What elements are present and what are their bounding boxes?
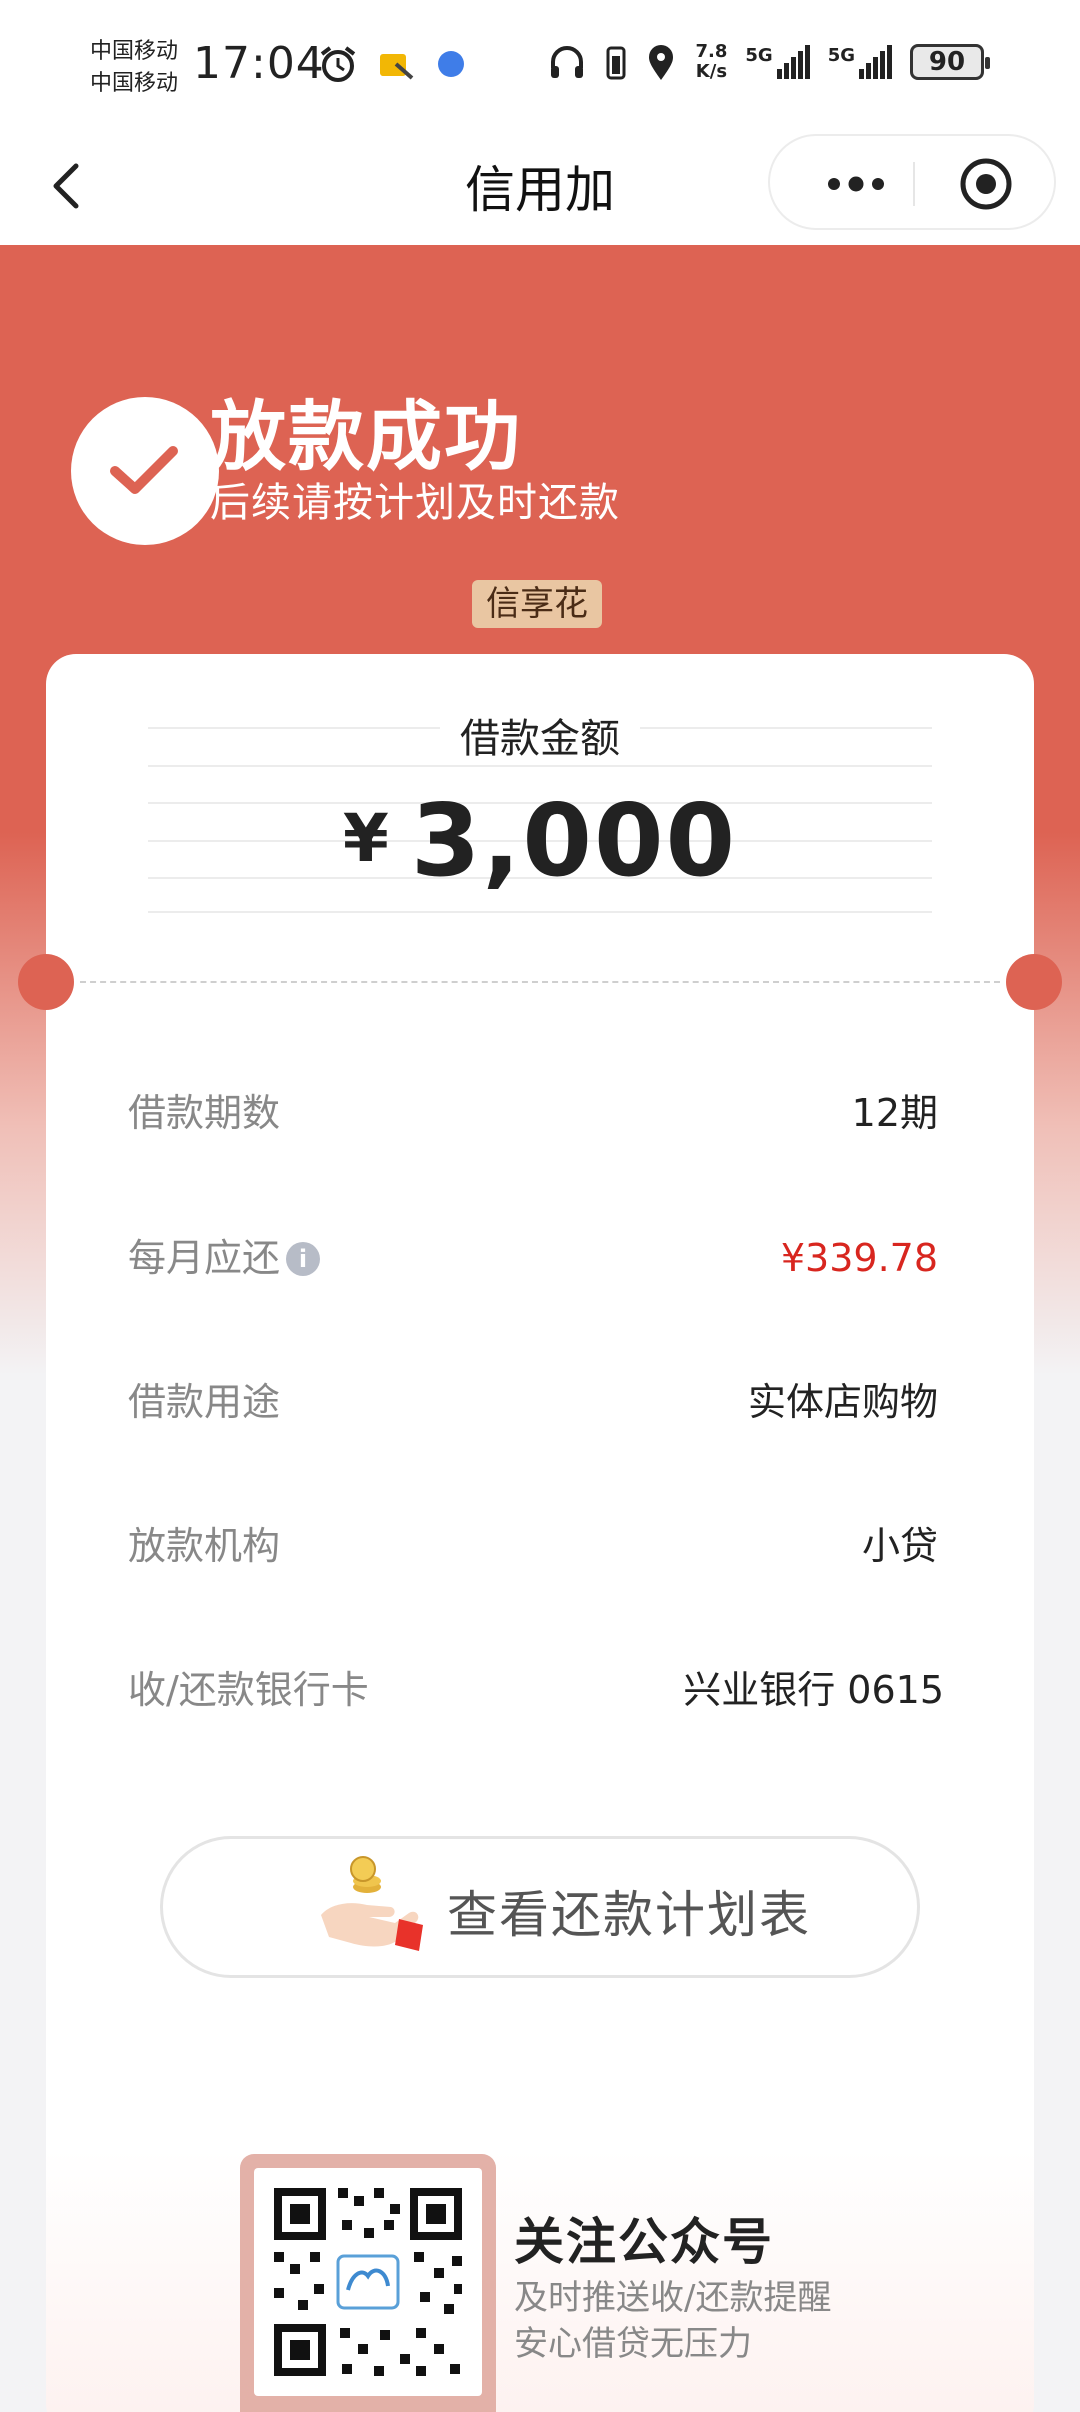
detail-row-purpose: 借款用途 实体店购物 [128,1372,944,1432]
ticket-notch-right [1006,954,1062,1010]
miniprogram-capsule [768,134,1056,230]
signal-bar [887,45,892,79]
detail-row-monthly: 每月应还 i ¥339.78 [128,1228,944,1288]
headphones-icon [551,46,584,78]
repayment-plan-button[interactable]: 查看还款计划表 [160,1836,920,1978]
signal-bar [804,45,810,79]
success-subtitle: 后续请按计划及时还款 [210,480,620,526]
phone-battery-icon [606,46,626,80]
signal-1: 5G [745,45,810,79]
signal-bar [873,57,878,79]
clock: 17:04 [193,38,325,89]
signal-2-label: 5G [827,45,855,66]
info-icon[interactable]: i [286,1242,321,1276]
follow-line-2: 安心借贷无压力 [514,2324,752,2364]
detail-key: 每月应还 [128,1236,281,1280]
globe-icon [438,51,464,77]
signal-bar [790,57,796,79]
signal-1-label: 5G [745,45,773,66]
currency-symbol: ¥ [342,800,389,877]
system-icons: 7.8 K/s 5G 5G 90 [547,42,990,82]
ticket-notch-left [18,954,74,1010]
alarm-icon [320,46,356,82]
detail-value-monthly: ¥339.78 [780,1236,938,1280]
detail-row-bank-card: 收/还款银行卡 兴业银行 0615 [128,1660,944,1720]
qr-code[interactable] [254,2168,482,2396]
loan-amount: ¥3,000 [0,782,1080,899]
close-miniprogram-icon[interactable] [958,156,1014,212]
amount-value: 3,000 [410,782,738,899]
success-check-badge [71,397,219,545]
detail-key-with-info: 每月应还 i [128,1228,321,1288]
amount-label: 借款金额 [0,706,1080,764]
detail-key: 借款期数 [128,1091,281,1135]
signal-bar [783,63,789,79]
detail-value: 兴业银行 0615 [683,1668,944,1712]
loan-success-page: 中国移动 中国移动 17:04 7.8 K/s 5G 5G 90 信用加 放款成… [0,0,1080,2412]
signal-bar [776,69,782,79]
net-speed-unit: K/s [695,61,728,82]
detail-value: 小贷 [861,1524,938,1568]
detail-key: 借款用途 [128,1380,281,1424]
signal-2: 5G [828,45,892,79]
signal-bar [859,69,864,79]
signal-bar [797,51,803,79]
battery-indicator: 90 [910,44,990,80]
qr-code-icon [274,2188,462,2376]
status-bar: 中国移动 中国移动 17:04 7.8 K/s 5G 5G 90 [0,0,1080,130]
detail-row-lender: 放款机构 小贷 [128,1516,944,1576]
detail-key: 放款机构 [128,1524,281,1568]
signal-bar [880,51,885,79]
nav-bar: 信用加 [0,130,1080,245]
net-speed-value: 7.8 [695,41,728,62]
more-dots-icon[interactable] [808,164,904,204]
check-icon [110,446,178,494]
success-title: 放款成功 [210,392,522,481]
capsule-divider [913,162,915,206]
hand-coin-icon [321,1856,423,1951]
detail-key: 收/还款银行卡 [128,1668,369,1712]
app-notification-icon [380,54,414,80]
product-tag: 信享花 [472,580,602,628]
carrier-2: 中国移动 [90,71,179,96]
net-speed: 7.8 K/s [695,42,727,82]
qr-code-frame [240,2154,496,2412]
detail-row-term: 借款期数 12期 [128,1083,944,1143]
detail-value: 实体店购物 [747,1380,938,1424]
repayment-plan-label: 查看还款计划表 [447,1886,811,1944]
notification-icons [318,44,468,84]
follow-line-1: 及时推送收/还款提醒 [514,2278,832,2318]
carrier-labels: 中国移动 中国移动 [90,36,178,100]
amount-label-text: 借款金额 [440,716,640,762]
follow-title: 关注公众号 [514,2213,774,2271]
location-icon [649,45,674,80]
ticket-divider [80,981,1000,983]
signal-bar [866,63,871,79]
carrier-1: 中国移动 [90,39,179,64]
detail-value: 12期 [851,1091,938,1135]
